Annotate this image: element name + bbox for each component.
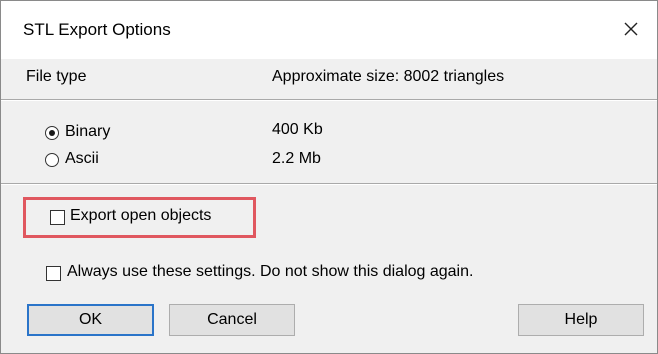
radio-ascii-indicator[interactable] — [45, 153, 59, 167]
title-bar: STL Export Options — [1, 1, 657, 59]
close-icon — [624, 22, 638, 36]
dialog-title: STL Export Options — [23, 20, 171, 39]
radio-binary-indicator[interactable] — [45, 126, 59, 140]
file-type-label: File type — [26, 68, 87, 85]
radio-binary-label[interactable]: Binary — [65, 123, 110, 141]
cancel-button[interactable]: Cancel — [169, 304, 295, 336]
binary-size-text: 400 Kb — [272, 121, 323, 138]
separator-middle — [1, 183, 657, 185]
stl-export-options-dialog: STL Export Options File type Approximate… — [0, 0, 658, 354]
ok-button[interactable]: OK — [27, 304, 154, 336]
close-button[interactable] — [605, 5, 657, 53]
approximate-size-text: Approximate size: 8002 triangles — [272, 68, 505, 85]
separator-top — [1, 99, 657, 101]
radio-ascii-label[interactable]: Ascii — [65, 150, 99, 168]
always-use-settings-label[interactable]: Always use these settings. Do not show t… — [67, 263, 473, 281]
dialog-body: File type Approximate size: 8002 triangl… — [1, 59, 657, 353]
export-open-objects-box[interactable] — [50, 210, 65, 225]
always-use-settings-box[interactable] — [46, 266, 61, 281]
ascii-size-text: 2.2 Mb — [272, 150, 321, 167]
export-open-objects-label[interactable]: Export open objects — [70, 207, 211, 225]
help-button[interactable]: Help — [518, 304, 644, 336]
